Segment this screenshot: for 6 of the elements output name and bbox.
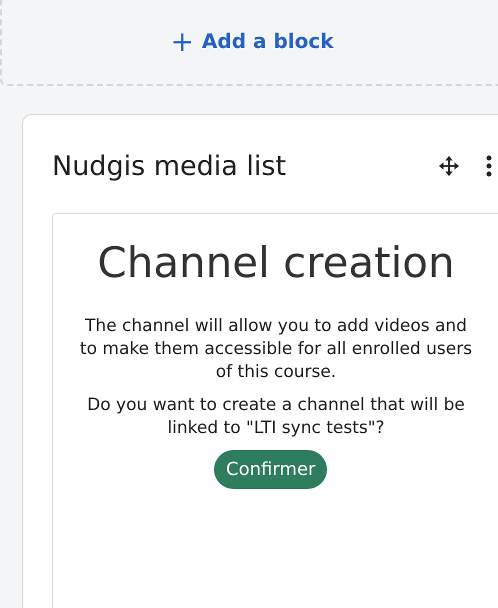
confirm-button[interactable]: Confirmer (214, 450, 328, 489)
add-block-link[interactable]: + Add a block (170, 24, 334, 58)
description-text: Do you want to create a channel that will be linked to "LTI sync tests"? (86, 394, 466, 440)
block-title: Nudgis media list (52, 150, 286, 182)
panel-heading: Channel creation (96, 238, 456, 287)
description-text: The channel will allow you to add videos and to make them accessible for all enrolled users of this course. (78, 315, 474, 384)
